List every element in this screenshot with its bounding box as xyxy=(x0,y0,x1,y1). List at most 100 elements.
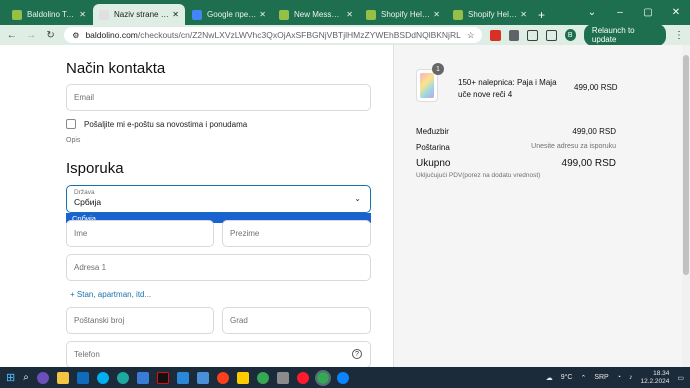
tax-note: Uključujući PDV(porez na dodatu vrednost… xyxy=(416,172,541,179)
favicon-icon xyxy=(366,9,376,20)
browser-tab[interactable]: New Message - Sh✕ xyxy=(273,4,359,25)
search-icon[interactable]: ⌕ xyxy=(23,372,29,383)
checkout-form: Način kontakta Email Pošaljite mi e-pošt… xyxy=(0,45,393,368)
newsletter-checkbox-row[interactable]: Pošaljite mi e-poštu sa novostima i ponu… xyxy=(66,119,247,129)
store-icon[interactable] xyxy=(136,371,149,384)
tray-chevron-icon[interactable]: ⌃ xyxy=(580,374,586,382)
product-price: 499,00 RSD xyxy=(574,83,618,92)
tab-title: Google преводил xyxy=(207,10,257,19)
browser-tab[interactable]: Shopify Help Cent✕ xyxy=(447,4,533,25)
favicon-icon xyxy=(12,9,22,20)
language-indicator[interactable]: SRP xyxy=(594,374,608,381)
skype-icon[interactable] xyxy=(96,371,109,384)
pdf-extension-icon[interactable] xyxy=(490,29,501,41)
tab-title: Shopify Help Cent xyxy=(381,10,430,19)
chrome-icon[interactable] xyxy=(256,371,269,384)
scrollbar[interactable] xyxy=(682,45,690,367)
checkout-page: Način kontakta Email Pošaljite mi e-pošt… xyxy=(0,45,690,368)
chevron-down-icon[interactable]: ⌄ xyxy=(578,7,606,18)
app-icon[interactable] xyxy=(36,371,49,384)
quantity-badge: 1 xyxy=(432,63,444,75)
country-value: Србија xyxy=(74,197,102,207)
puzzle-icon[interactable] xyxy=(527,29,538,41)
new-tab-button[interactable]: + xyxy=(534,8,553,25)
help-icon[interactable]: ? xyxy=(352,349,362,359)
tab-title: Baldolino Toys & l xyxy=(27,10,76,19)
postal-code-field[interactable]: Poštanski broj xyxy=(66,307,214,334)
network-icon[interactable]: ◔ xyxy=(617,374,621,381)
favicon-icon xyxy=(279,9,289,20)
reload-icon[interactable]: ↻ xyxy=(45,30,56,41)
tab-close-icon[interactable]: ✕ xyxy=(79,10,86,19)
windows-start-icon[interactable]: ⊞ xyxy=(6,371,15,384)
browser-tab[interactable]: Naziv strane - Bald✕ xyxy=(93,4,185,25)
minimize-icon[interactable]: – xyxy=(606,7,634,18)
favicon-icon xyxy=(453,9,463,20)
tab-close-icon[interactable]: ✕ xyxy=(259,10,266,19)
browser-toolbar: ← → ↻ ⚙ baldolino.com/checkouts/cn/Z2NwL… xyxy=(0,24,690,46)
extension-icon[interactable] xyxy=(508,29,520,41)
outlook-icon[interactable] xyxy=(76,371,89,384)
product-name: 150+ nalepnica: Paja i Maja uče nove reč… xyxy=(458,78,557,99)
address-bar[interactable]: ⚙ baldolino.com/checkouts/cn/Z2NwLXVzLWV… xyxy=(64,27,483,43)
app-icon[interactable] xyxy=(336,371,349,384)
notifications-icon[interactable]: ▭ xyxy=(677,374,684,382)
city-field[interactable]: Grad xyxy=(222,307,371,334)
bookmark-star-icon[interactable]: ☆ xyxy=(467,30,475,41)
contact-heading: Način kontakta xyxy=(66,60,166,77)
url-path: /checkouts/cn/Z2NwLXVzLWVhc3QxOjAxSFBGNj… xyxy=(137,30,461,40)
maximize-icon[interactable]: ▢ xyxy=(634,7,662,18)
mail-icon[interactable] xyxy=(196,371,209,384)
close-icon[interactable]: ✕ xyxy=(662,7,690,18)
yandex-browser-icon[interactable] xyxy=(236,371,249,384)
folder-icon[interactable] xyxy=(56,371,69,384)
favicon-icon xyxy=(192,9,202,20)
weather-text: 9°C xyxy=(560,374,573,381)
phone-field[interactable]: Telefon ? xyxy=(66,341,371,368)
newsletter-checkbox[interactable] xyxy=(66,119,76,129)
tab-close-icon[interactable]: ✕ xyxy=(172,10,179,19)
window-controls: ⌄ – ▢ ✕ xyxy=(578,0,690,25)
address-field[interactable]: Adresa 1 xyxy=(66,254,371,281)
country-select[interactable]: Država Србија ⌄ xyxy=(66,185,371,213)
windows-taskbar: ⊞ ⌕ ☁ 9°C ⌃ SRP ◔ ♪ 18.34 12.2.2024 ▭ xyxy=(0,367,690,388)
tab-title: Naziv strane - Bald xyxy=(114,10,169,19)
clock[interactable]: 18.34 12.2.2024 xyxy=(640,370,669,386)
system-tray: ☁ 9°C ⌃ SRP ◔ ♪ 18.34 12.2.2024 ▭ xyxy=(546,370,684,386)
relaunch-button[interactable]: Relaunch to update xyxy=(583,24,666,46)
total-row: Ukupno 499,00 RSD xyxy=(416,158,616,169)
email-field[interactable]: Email xyxy=(66,84,371,111)
chrome-active-icon[interactable] xyxy=(314,369,331,386)
opera-icon[interactable] xyxy=(296,371,309,384)
last-name-field[interactable]: Prezime xyxy=(222,220,371,247)
more-menu-icon[interactable]: ⋮ xyxy=(674,30,684,41)
tab-close-icon[interactable]: ✕ xyxy=(433,10,440,19)
site-info-icon[interactable]: ⚙ xyxy=(72,31,79,40)
country-label: Država xyxy=(74,189,95,196)
tab-close-icon[interactable]: ✕ xyxy=(520,10,527,19)
subtotal-row: Međuzbir 499,00 RSD xyxy=(416,127,616,136)
opis-text: Opis xyxy=(66,137,81,144)
forward-icon[interactable]: → xyxy=(25,30,36,41)
delivery-heading: Isporuka xyxy=(66,160,124,177)
favicon-icon xyxy=(99,9,109,20)
volume-icon[interactable]: ♪ xyxy=(629,374,633,381)
photos-icon[interactable] xyxy=(176,371,189,384)
browser-tab[interactable]: Shopify Help Cent✕ xyxy=(360,4,446,25)
sidepanel-icon[interactable] xyxy=(545,29,557,41)
yandex-icon[interactable] xyxy=(216,371,229,384)
browser-tab[interactable]: Google преводил✕ xyxy=(186,4,272,25)
browser-tab[interactable]: Baldolino Toys & l✕ xyxy=(6,4,92,25)
tab-title: Shopify Help Cent xyxy=(468,10,517,19)
chevron-down-icon: ⌄ xyxy=(354,194,361,203)
avatar[interactable]: B xyxy=(564,29,576,41)
first-name-field[interactable]: Ime xyxy=(66,220,214,247)
add-apartment-link[interactable]: + Stan, apartman, itd... xyxy=(70,290,151,299)
url-domain: baldolino.com xyxy=(85,30,138,40)
tab-close-icon[interactable]: ✕ xyxy=(346,10,353,19)
netflix-icon[interactable] xyxy=(156,371,169,384)
shipping-row: Poštarina Unesite adresu za isporuku xyxy=(416,143,616,152)
back-icon[interactable]: ← xyxy=(6,30,17,41)
edge-icon[interactable] xyxy=(116,371,129,384)
app-icon[interactable] xyxy=(276,371,289,384)
